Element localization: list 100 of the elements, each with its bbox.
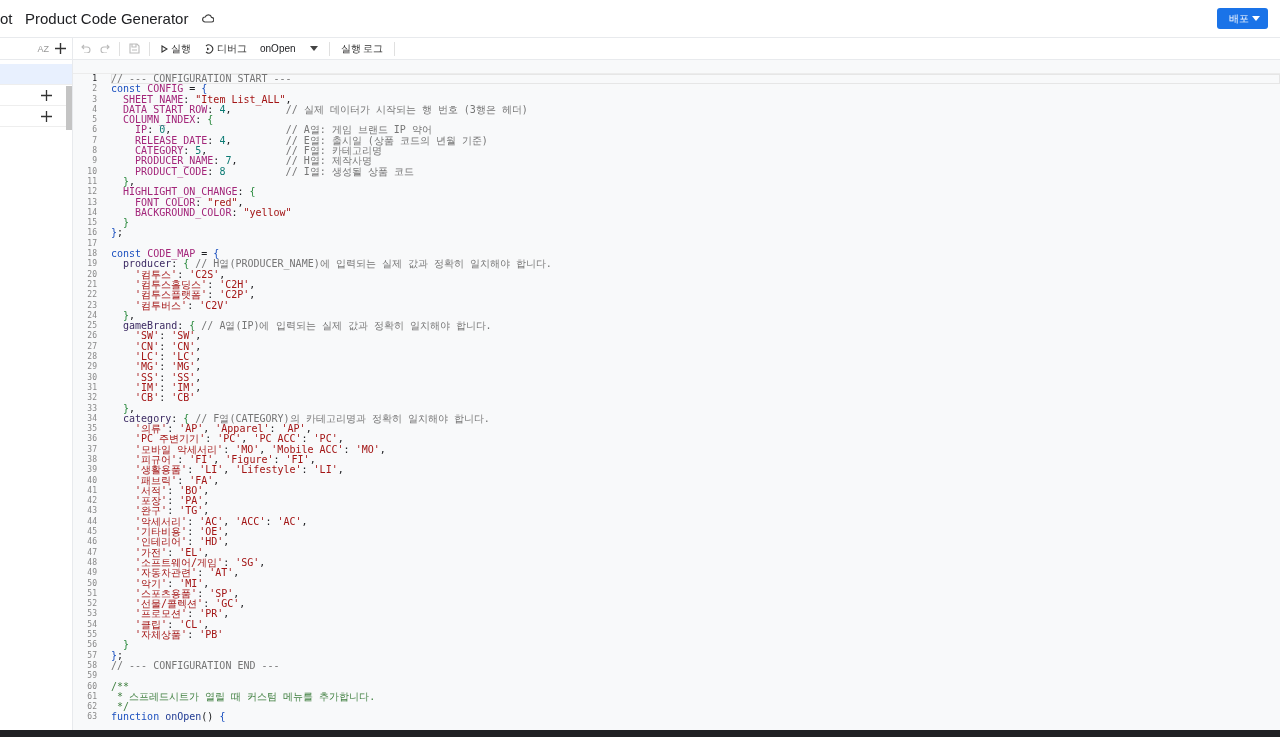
line-number: 56 <box>86 640 98 651</box>
line-number: 44 <box>86 516 98 527</box>
caret-icon <box>1252 16 1260 21</box>
code-line: 'MG': 'MG', <box>134 362 203 373</box>
project-title[interactable]: Product Code Generator <box>25 10 189 27</box>
code-line: // --- CONFIGURATION END --- <box>111 660 281 672</box>
code-line: '자동차관련': 'AT', <box>134 568 241 579</box>
code-line: 'SS': 'SS', <box>134 372 203 383</box>
line-number: 49 <box>86 568 98 579</box>
line-number: 11 <box>86 176 98 187</box>
code-line: '피규어': 'FI', 'Figure': 'FI', <box>134 455 317 466</box>
run-button[interactable]: 실행 <box>159 41 193 56</box>
line-number: 26 <box>86 331 98 342</box>
line-number: 29 <box>86 362 98 373</box>
code-line: // --- CONFIGURATION START --- <box>111 74 1280 85</box>
function-select[interactable]: onOpen <box>258 43 320 54</box>
code-line: 'LC': 'LC', <box>134 352 203 362</box>
line-number: 63 <box>86 712 98 723</box>
code-line: const CODE_MAP = { <box>111 249 220 260</box>
line-number: 47 <box>86 547 98 558</box>
code-line: '기타비용': 'OE', <box>134 527 231 538</box>
line-number: 17 <box>86 238 98 249</box>
code-line: '패브릭': 'FA', <box>134 475 221 486</box>
line-number: 25 <box>86 321 98 331</box>
code-line: */ <box>117 702 130 713</box>
line-number: 16 <box>86 228 98 239</box>
code-line: '완구': 'TG', <box>134 506 211 517</box>
line-number: 24 <box>86 310 98 321</box>
line-number: 32 <box>86 393 98 404</box>
add-icon[interactable] <box>41 110 52 122</box>
line-number: 40 <box>86 475 98 486</box>
line-number: 2 <box>91 84 98 95</box>
debug-button[interactable]: 디버그 <box>202 41 249 56</box>
line-number: 36 <box>86 434 98 445</box>
play-icon <box>161 44 168 53</box>
line-number: 34 <box>86 413 98 424</box>
line-number: 50 <box>86 578 98 589</box>
code-line: PRODUCER_NAME: 7, // H열: 제작사명 <box>134 156 372 167</box>
code-line: '포장': 'PA', <box>134 496 211 507</box>
line-number: 58 <box>86 660 98 671</box>
code-line: DATA_START_ROW: 4, // 실제 데이터가 시작되는 행 번호 (3행은 헤더) <box>122 104 529 116</box>
code-line: '컴투버스': 'C2V' <box>134 300 231 311</box>
debug-icon <box>204 43 214 54</box>
line-number: 41 <box>86 485 98 496</box>
code-line: RELEASE_DATE: 4, // E열: 출시일 (상품 코드의 년월 기준) <box>134 135 489 147</box>
line-number: 37 <box>86 444 98 455</box>
add-icon[interactable] <box>41 89 52 101</box>
line-number: 20 <box>86 269 98 280</box>
line-number: 51 <box>86 588 98 599</box>
code-line: HIGHLIGHT_ON_CHANGE: { <box>122 187 257 198</box>
line-number: 6 <box>91 125 98 136</box>
code-line: '소프트웨어/게임': 'SG', <box>134 557 267 569</box>
cloud-icon <box>202 14 215 23</box>
line-number: 22 <box>86 290 98 301</box>
line-number: 15 <box>86 218 98 228</box>
code-line: }, <box>122 176 136 188</box>
line-number: 60 <box>86 681 98 692</box>
code-line: '악세서리': 'AC', 'ACC': 'AC', <box>134 516 309 528</box>
line-number: 53 <box>86 609 98 620</box>
code-line: '컴투스홀딩스': 'C2H', <box>134 279 257 291</box>
code-line: '프로모션': 'PR', <box>134 609 231 620</box>
scrollbar[interactable] <box>66 86 72 130</box>
code-line: '모바일 악세서리': 'MO', 'Mobile ACC': 'MO', <box>134 444 387 455</box>
code-line: '가전': 'EL', <box>134 547 210 558</box>
code-line: IP: 0, // A열: 게임 브랜드 IP 약어 <box>135 125 433 136</box>
code-line: FONT_COLOR: "red", <box>135 197 245 208</box>
code-line: }, <box>122 403 136 414</box>
code-line: }; <box>111 650 124 661</box>
code-line: '컴투스플랫폼': 'C2P', <box>134 290 257 301</box>
deploy-button[interactable]: 배포 <box>1217 8 1268 29</box>
line-number: 48 <box>86 557 98 568</box>
code-line: 'CN': 'CN', <box>134 341 203 352</box>
line-number: 61 <box>86 691 98 702</box>
line-number: 31 <box>86 382 98 393</box>
add-icon[interactable] <box>55 43 66 54</box>
execution-log-button[interactable]: 실행 로그 <box>338 41 386 56</box>
line-number: 3 <box>91 94 98 105</box>
code-line: CATEGORY: 5, // F열: 카테고리명 <box>134 146 382 157</box>
line-number: 39 <box>86 465 98 476</box>
line-number: 1 <box>91 74 98 84</box>
code-line: SHEET_NAME: "Item List_ALL", <box>122 94 292 105</box>
line-number: 52 <box>86 599 98 609</box>
code-line: '생활용품': 'LI', 'Lifestyle': 'LI', <box>134 465 345 476</box>
line-number: 55 <box>86 630 98 640</box>
code-line: producer: { // H열(PRODUCER_NAME)에 입력되는 실제 값과 정확히 일치해야 합니다. <box>122 259 553 270</box>
code-line: 'CB': 'CB' <box>134 393 197 404</box>
code-line: 'PC 주변기기': 'PC', 'PC ACC': 'PC', <box>134 434 345 445</box>
line-number: 12 <box>86 187 98 198</box>
code-line: gameBrand: { // A열(IP)에 입력되는 실제 값과 정확히 일치해야 합니다. <box>122 321 493 332</box>
code-line: '컴투스': 'C2S', <box>135 269 226 280</box>
line-number: 38 <box>86 455 98 465</box>
line-number: 23 <box>86 300 98 311</box>
line-number: 28 <box>86 352 98 362</box>
line-number: 27 <box>86 341 98 352</box>
code-line: } <box>122 640 131 651</box>
code-line: '서적': 'BO', <box>134 485 211 497</box>
code-line: BACKGROUND_COLOR: "yellow" <box>134 207 293 219</box>
line-number: 46 <box>86 537 98 548</box>
line-number: 19 <box>86 259 98 270</box>
line-number: 10 <box>86 166 98 177</box>
